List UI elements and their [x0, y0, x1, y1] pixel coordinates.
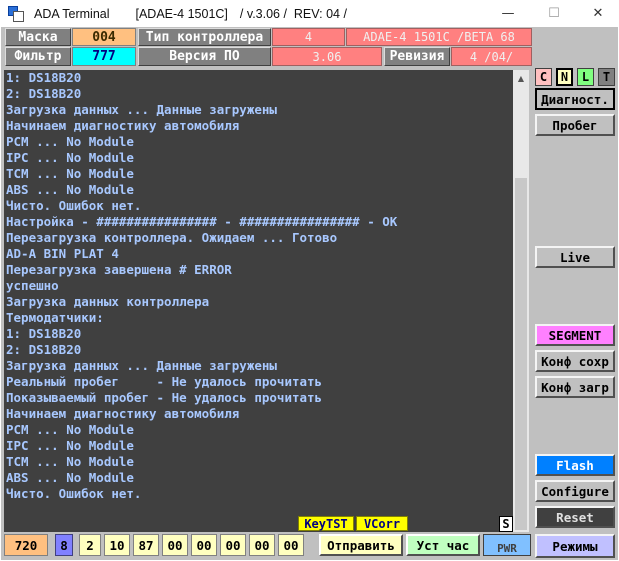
- mask-value[interactable]: 004: [72, 28, 136, 46]
- mode-t-button[interactable]: T: [598, 68, 615, 86]
- mode-l-button[interactable]: L: [577, 68, 594, 86]
- terminal-line: успешно: [6, 278, 59, 293]
- terminal-line: Начинаем диагностику автомобиля: [6, 406, 240, 421]
- byte-field-6[interactable]: 00: [249, 534, 275, 556]
- counter-field[interactable]: 720: [4, 534, 48, 556]
- close-button[interactable]: ✕: [577, 0, 619, 27]
- main-window: Маска 004 Тип контроллера 4 ADAE-4 1501C…: [1, 27, 618, 560]
- terminal-line: 2: DS18B20: [6, 86, 82, 101]
- mode-c-button[interactable]: C: [535, 68, 552, 86]
- set-clock-button[interactable]: Уст час: [406, 534, 480, 556]
- conf-load-button[interactable]: Конф загр: [535, 376, 615, 398]
- terminal-line: Перезагрузка завершена # ERROR: [6, 262, 232, 277]
- controller-type-value: 4: [272, 28, 345, 46]
- segment-button[interactable]: SEGMENT: [535, 324, 615, 346]
- send-button[interactable]: Отправить: [319, 534, 403, 556]
- revision-value: 4 /04/: [451, 47, 532, 66]
- sw-version-label: Версия ПО: [138, 47, 271, 66]
- flash-button[interactable]: Flash: [535, 454, 615, 476]
- reset-button[interactable]: Reset: [535, 506, 615, 528]
- s-button[interactable]: S: [499, 516, 513, 532]
- terminal-line: Настройка - ################ - #########…: [6, 214, 398, 229]
- terminal-line: Чисто. Ошибок нет.: [6, 198, 142, 213]
- minimize-button[interactable]: —: [485, 0, 531, 27]
- terminal-line: Реальный пробег - Не удалось прочитать: [6, 374, 323, 389]
- terminal-line: Загрузка данных контроллера: [6, 294, 210, 309]
- scroll-thumb[interactable]: [515, 178, 527, 530]
- filter-label: Фильтр: [5, 47, 71, 66]
- terminal-line: Начинаем диагностику автомобиля: [6, 118, 240, 133]
- terminal-line: AD-A BIN PLAT 4: [6, 246, 119, 261]
- byte-field-2[interactable]: 87: [133, 534, 159, 556]
- terminal-line: TCM ... No Module: [6, 454, 134, 469]
- window-title-device: [ADAE-4 1501C]: [135, 6, 228, 21]
- vcorr-indicator: VCorr: [356, 516, 408, 531]
- terminal-line: 1: DS18B20: [6, 70, 82, 85]
- configure-button[interactable]: Configure: [535, 480, 615, 502]
- terminal-line: ABS ... No Module: [6, 470, 134, 485]
- byte-field-5[interactable]: 00: [220, 534, 246, 556]
- terminal-line: ABS ... No Module: [6, 182, 134, 197]
- mileage-button[interactable]: Пробег: [535, 114, 615, 136]
- terminal-output[interactable]: 1: DS18B20 2: DS18B20 Загрузка данных ... …: [4, 70, 513, 532]
- terminal-line: PCM ... No Module: [6, 134, 134, 149]
- keytst-indicator: KeyTST: [298, 516, 354, 531]
- terminal-line: Загрузка данных ... Данные загружены: [6, 358, 277, 373]
- pwr-indicator: PWR: [483, 534, 531, 556]
- revision-label: Ревизия: [384, 47, 450, 66]
- modes-button[interactable]: Режимы: [535, 534, 615, 558]
- terminal-scrollbar[interactable]: ▲: [513, 70, 529, 532]
- window-title-app: ADA Terminal: [34, 6, 110, 21]
- controller-type-label: Тип контроллера: [138, 28, 271, 46]
- diagnostics-button[interactable]: Диагност.: [535, 88, 615, 110]
- terminal-line: Термодатчики:: [6, 310, 104, 325]
- maximize-button[interactable]: ☐: [531, 0, 577, 27]
- terminal-line: Перезагрузка контроллера. Ожидаем ... Го…: [6, 230, 338, 245]
- byte-field-4[interactable]: 00: [191, 534, 217, 556]
- terminal-line: IPC ... No Module: [6, 438, 134, 453]
- length-field[interactable]: 8: [55, 534, 73, 556]
- byte-field-0[interactable]: 2: [79, 534, 101, 556]
- controller-type-desc: ADAE-4 1501C /BETA 68: [346, 28, 532, 46]
- terminal-line: PCM ... No Module: [6, 422, 134, 437]
- byte-field-3[interactable]: 00: [162, 534, 188, 556]
- live-button[interactable]: Live: [535, 246, 615, 268]
- terminal-line: TCM ... No Module: [6, 166, 134, 181]
- byte-field-1[interactable]: 10: [104, 534, 130, 556]
- terminal-line: 1: DS18B20: [6, 326, 82, 341]
- conf-save-button[interactable]: Конф сохр: [535, 350, 615, 372]
- filter-value[interactable]: 777: [72, 47, 136, 66]
- terminal-line: 2: DS18B20: [6, 342, 82, 357]
- mode-n-button[interactable]: N: [556, 68, 573, 86]
- mask-label: Маска: [5, 28, 71, 46]
- terminal-line: Показываемый пробег - Не удалось прочита…: [6, 390, 323, 405]
- terminal-line: IPC ... No Module: [6, 150, 134, 165]
- terminal-line: Загрузка данных ... Данные загружены: [6, 102, 277, 117]
- window-title-version: / v.3.06 / REV: 04 /: [239, 6, 347, 21]
- sw-version-value: 3.06: [272, 47, 382, 66]
- byte-field-7[interactable]: 00: [278, 534, 304, 556]
- app-icon: [8, 5, 24, 22]
- terminal-line: Чисто. Ошибок нет.: [6, 486, 142, 501]
- title-bar: ADA Terminal [ADAE-4 1501C] / v.3.06 / R…: [0, 0, 619, 27]
- scroll-up-arrow-icon[interactable]: ▲: [513, 70, 529, 86]
